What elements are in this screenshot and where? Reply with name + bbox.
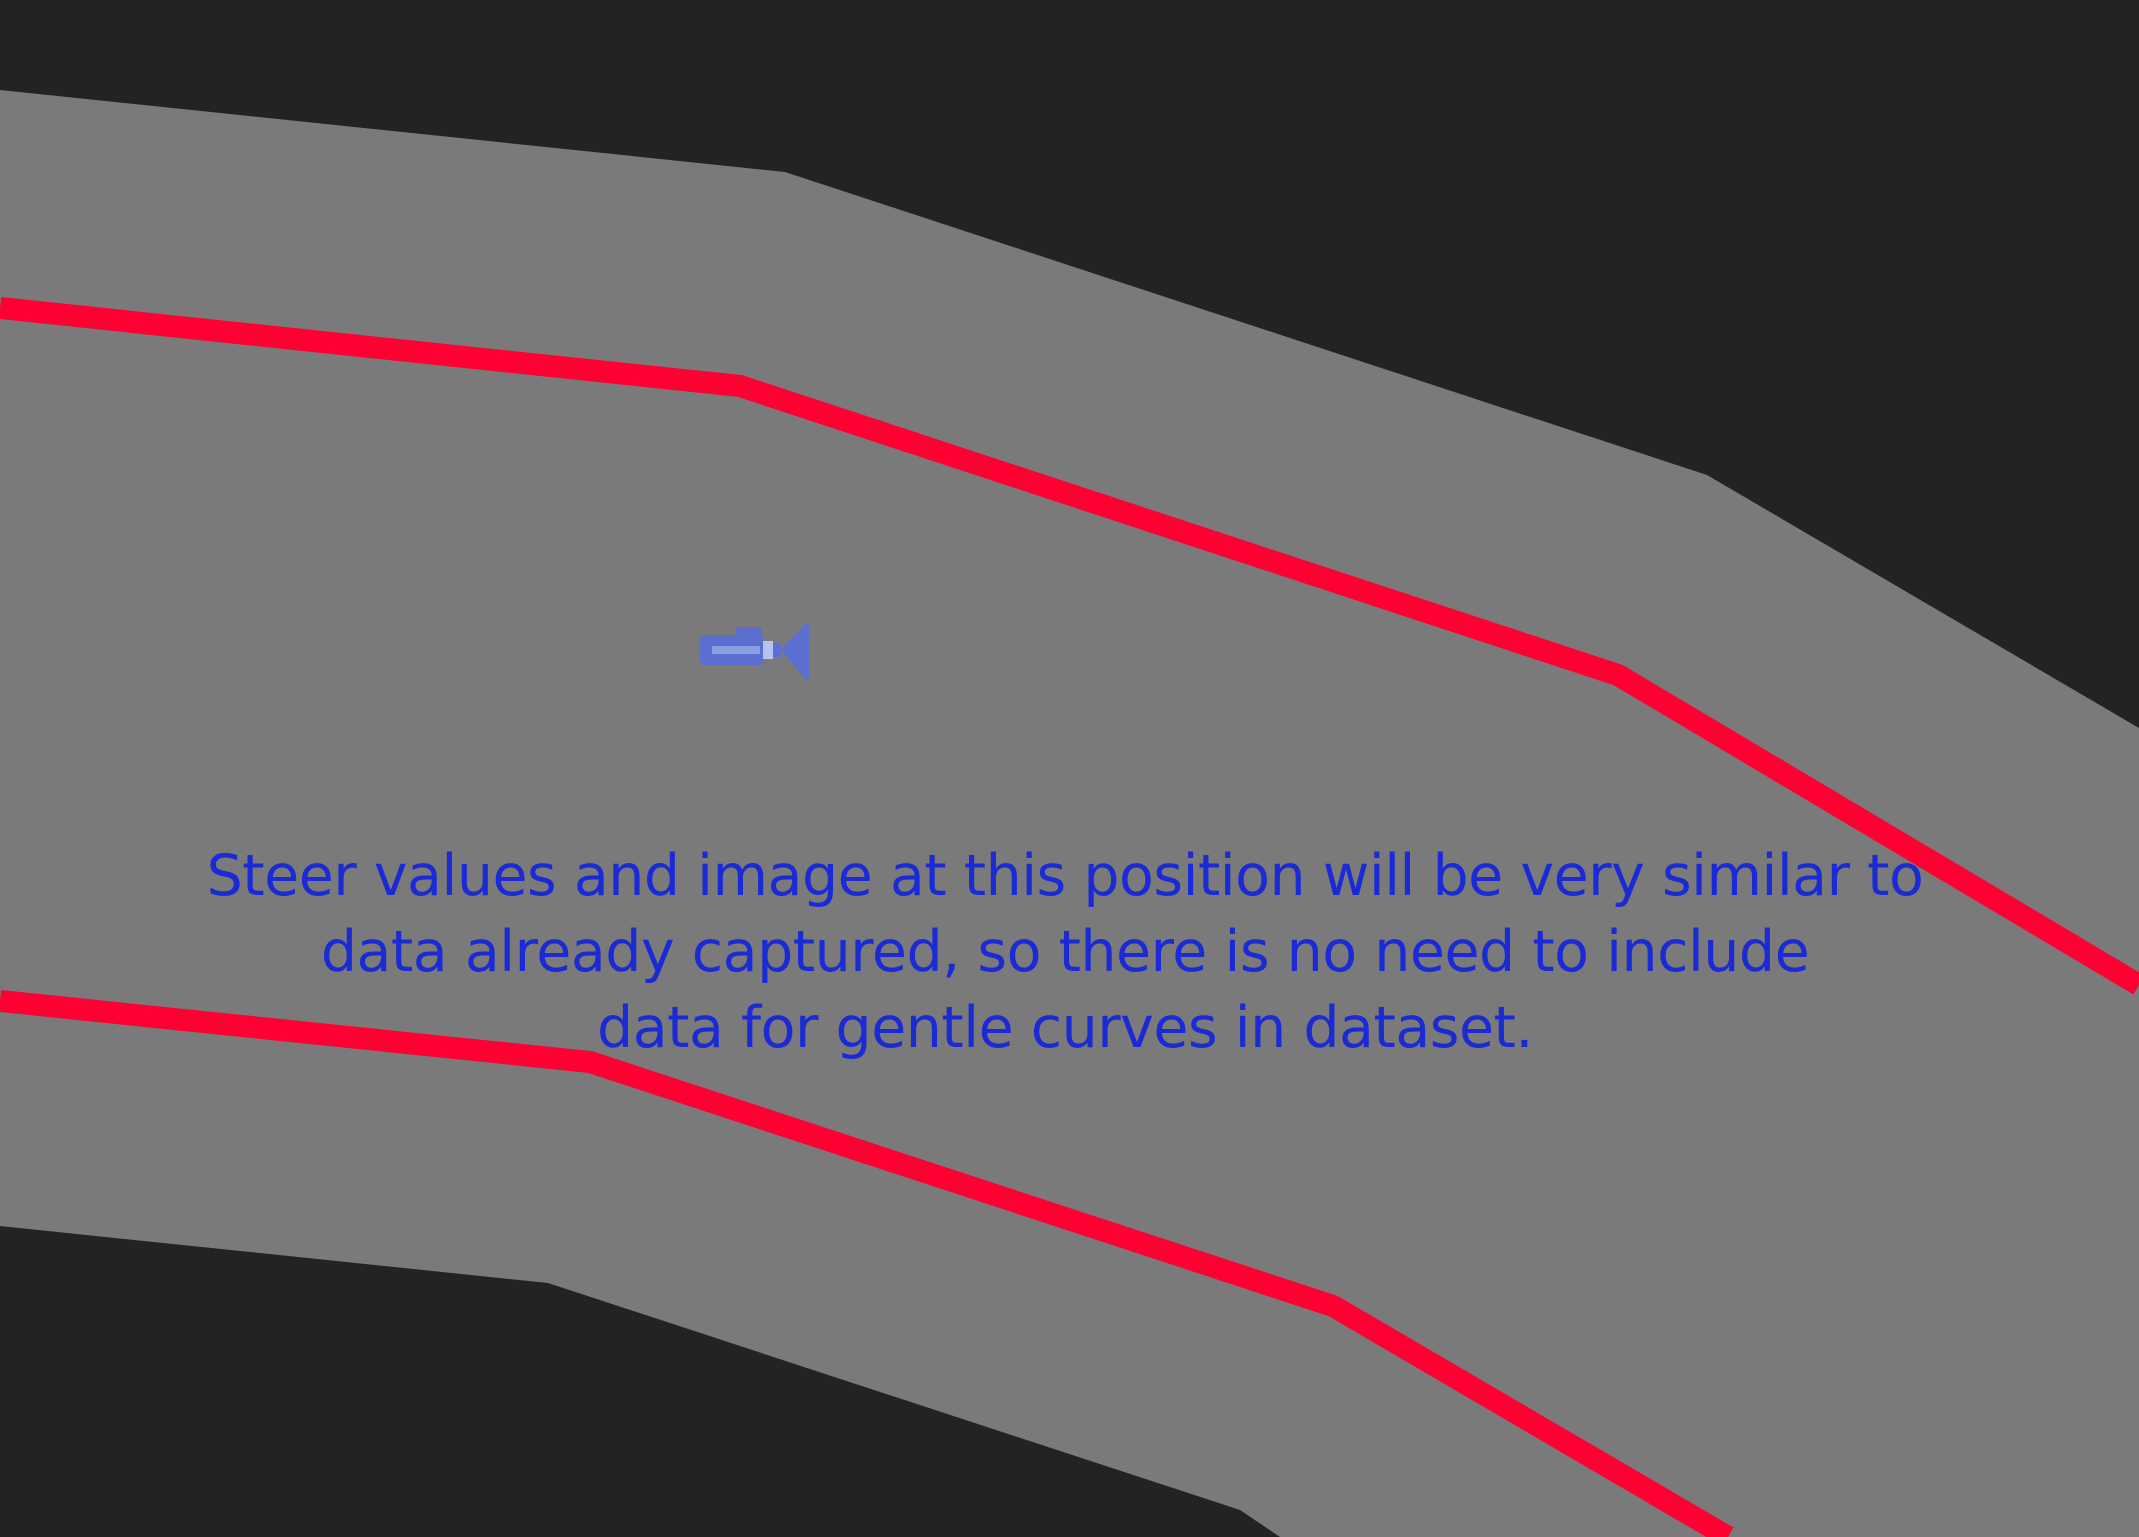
track-scene [0,0,2139,1537]
caption-line-1: Steer values and image at this position … [206,843,1924,909]
caption: Steer values and image at this position … [170,838,1960,1066]
caption-line-2: data already captured, so there is no ne… [320,919,1810,985]
caption-line-3: data for gentle curves in dataset. [597,995,1533,1061]
